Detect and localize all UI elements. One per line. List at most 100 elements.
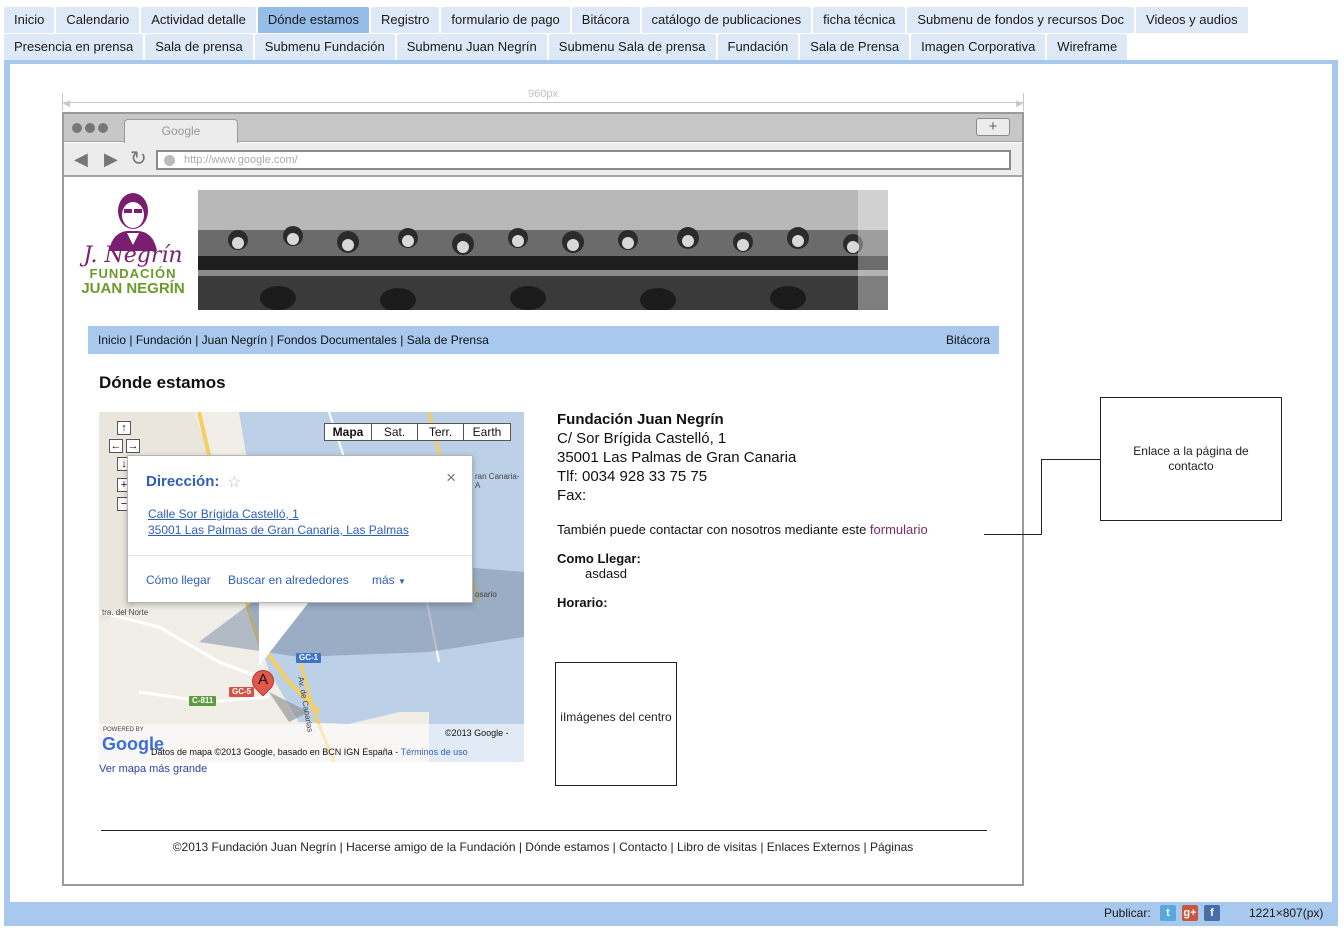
popup-pointer	[259, 602, 309, 666]
como-llegar-title: Como Llegar:	[557, 551, 641, 566]
window-dots-icon	[72, 123, 108, 133]
powered-by-label: POWERED BY	[103, 727, 144, 733]
tab-videos-y-audios[interactable]: Videos y audios	[1136, 7, 1248, 33]
contact-info: Fundación Juan Negrín C/ Sor Brígida Cas…	[557, 410, 997, 610]
map-type-terrain[interactable]: Terr.	[417, 423, 464, 441]
tab-imagen-corporativa[interactable]: Imagen Corporativa	[911, 34, 1046, 60]
site-icon	[164, 155, 175, 166]
map-copyright: ©2013 Google -	[445, 728, 509, 738]
tab-actividad-detalle[interactable]: Actividad detalle	[141, 7, 256, 33]
nearby-link[interactable]: Buscar en alrededores	[228, 573, 349, 587]
url-text: http://www.google.com/	[184, 154, 298, 166]
twitter-icon[interactable]: t	[1160, 905, 1176, 921]
tab-fundacion[interactable]: Fundación	[717, 34, 799, 60]
page-footer: ©2013 Fundación Juan Negrín | Hacerse am…	[172, 840, 914, 854]
wireframe-canvas: ◀ ▶ 960px Google + ◀ ▶ ↻ http://www.goog…	[10, 64, 1332, 902]
canvas-dimensions: 1221×807(px)	[1249, 906, 1324, 920]
address-city: 35001 Las Palmas de Gran Canaria	[557, 449, 797, 466]
back-icon[interactable]: ◀	[74, 150, 88, 168]
tab-submenu-de-fondos-y-recursos-doc[interactable]: Submenu de fondos y recursos Doc	[907, 7, 1135, 33]
terms-link[interactable]: Términos de uso	[401, 747, 468, 757]
header-photo	[198, 190, 888, 310]
tab-wireframe[interactable]: Wireframe	[1047, 34, 1128, 60]
browser-mockup: Google + ◀ ▶ ↻ http://www.google.com/ J.…	[62, 112, 1024, 886]
road-sign-gc5: GC-5	[229, 687, 255, 697]
route-link[interactable]: Cómo llegar	[146, 573, 211, 587]
nav-link-bitacora[interactable]: Bitácora	[946, 326, 990, 354]
map-data-notice: Datos de mapa ©2013 Google, basado en BC…	[151, 747, 468, 757]
road-sign-c811: C-811	[189, 696, 217, 706]
page-title: Dónde estamos	[99, 373, 226, 392]
main-navigation: Inicio | Fundación | Juan Negrín | Fondo…	[88, 326, 999, 354]
footer-divider	[101, 830, 987, 831]
popup-address-line1[interactable]: Calle Sor Brígida Castelló, 1	[148, 507, 299, 521]
foundation-logo[interactable]: J. Negrín FUNDACIÓN JUAN NEGRÍN	[78, 189, 188, 311]
tab-calendario[interactable]: Calendario	[56, 7, 140, 33]
note-connector-vertical	[1041, 459, 1042, 535]
map-marker-label: A	[257, 671, 268, 688]
tab-sala-de-prensa[interactable]: Sala de Prensa	[800, 34, 910, 60]
new-tab-button[interactable]: +	[976, 118, 1010, 136]
popup-address-line2[interactable]: 35001 Las Palmas de Gran Canaria, Las Pa…	[148, 523, 409, 537]
map-type-earth[interactable]: Earth	[463, 423, 511, 441]
url-bar[interactable]: http://www.google.com/	[156, 150, 1011, 170]
map-label-rosario: osario	[475, 590, 497, 599]
nav-separator: |	[267, 333, 277, 347]
nav-link-fondos-documentales[interactable]: Fondos Documentales	[277, 333, 397, 347]
google-plus-icon[interactable]: g+	[1182, 905, 1198, 921]
pan-left-icon[interactable]: ←	[109, 439, 123, 453]
browser-navbar: ◀ ▶ ↻ http://www.google.com/	[64, 143, 1022, 177]
logo-line1: FUNDACIÓN	[89, 266, 177, 281]
bigger-map-link[interactable]: Ver mapa más grande	[99, 763, 207, 775]
pan-up-icon[interactable]: ↑	[117, 421, 131, 435]
google-map[interactable]: Mapa Sat. Terr. Earth ↑ ← → ↓ + − tra. d…	[99, 412, 524, 762]
map-info-popup: Dirección: ☆ × Calle Sor Brígida Castell…	[127, 455, 473, 603]
tab-ficha-tecnica[interactable]: ficha técnica	[813, 7, 906, 33]
address-street: C/ Sor Brígida Castelló, 1	[557, 430, 727, 447]
nav-link-sala-de-prensa[interactable]: Sala de Prensa	[407, 333, 489, 347]
contact-form-link[interactable]: formulario	[870, 522, 928, 537]
reload-icon[interactable]: ↻	[130, 149, 147, 169]
forward-icon[interactable]: ▶	[104, 150, 118, 168]
status-bar: Publicar: t g+ f 1221×807(px)	[4, 902, 1338, 926]
tab-sala-de-prensa[interactable]: Sala de prensa	[145, 34, 253, 60]
browser-tab[interactable]: Google	[124, 119, 238, 143]
images-placeholder: iImágenes del centro	[555, 662, 677, 786]
tab-submenu-juan-negrin[interactable]: Submenu Juan Negrín	[396, 34, 547, 60]
publish-label: Publicar:	[1104, 906, 1151, 920]
tab-row-1: Inicio Calendario Actividad detalle Dónde e…	[4, 7, 1250, 33]
nav-link-juan-negrin[interactable]: Juan Negrín	[202, 333, 267, 347]
logo-line2: JUAN NEGRÍN	[81, 280, 185, 297]
tab-row-2: Presencia en prensa Sala de prensa Submenu…	[4, 34, 1129, 60]
tab-inicio[interactable]: Inicio	[4, 7, 55, 33]
tab-bitacora[interactable]: Bitácora	[571, 7, 640, 33]
width-ruler: ◀ ▶ 960px	[62, 88, 1024, 111]
facebook-icon[interactable]: f	[1204, 905, 1220, 921]
browser-titlebar: Google +	[64, 114, 1022, 143]
popup-title: Dirección:	[146, 473, 220, 490]
map-type-satellite[interactable]: Sat.	[371, 423, 418, 441]
annotation-note: Enlace a la página de contacto	[1100, 397, 1282, 521]
nav-separator: |	[396, 333, 407, 347]
horario-title: Horario:	[557, 595, 608, 610]
como-llegar-value: asdasd	[585, 566, 627, 581]
tab-donde-estamos[interactable]: Dónde estamos	[257, 7, 369, 33]
star-icon[interactable]: ☆	[227, 472, 241, 492]
tab-registro[interactable]: Registro	[370, 7, 440, 33]
close-icon[interactable]: ×	[446, 468, 456, 488]
map-label-ran-canaria: ran Canaria-A	[475, 472, 520, 490]
wireframe-frame: ◀ ▶ 960px Google + ◀ ▶ ↻ http://www.goog…	[4, 60, 1338, 926]
map-type-map[interactable]: Mapa	[324, 423, 372, 441]
tab-formulario-de-pago[interactable]: formulario de pago	[441, 7, 570, 33]
nav-link-inicio[interactable]: Inicio	[98, 333, 126, 347]
tab-submenu-sala-de-prensa[interactable]: Submenu Sala de prensa	[548, 34, 716, 60]
tab-catalogo-de-publicaciones[interactable]: catálogo de publicaciones	[641, 7, 812, 33]
nav-link-fundacion[interactable]: Fundación	[136, 333, 192, 347]
tab-presencia-en-prensa[interactable]: Presencia en prensa	[4, 34, 144, 60]
note-connector-top	[1041, 459, 1100, 460]
pan-right-icon[interactable]: →	[126, 439, 140, 453]
more-link[interactable]: más ▼	[372, 573, 406, 587]
map-footer: POWERED BY Google ©2013 Google - Datos d…	[99, 724, 524, 762]
contact-sentence: También puede contactar con nosotros med…	[557, 522, 928, 537]
tab-submenu-fundacion[interactable]: Submenu Fundación	[254, 34, 395, 60]
